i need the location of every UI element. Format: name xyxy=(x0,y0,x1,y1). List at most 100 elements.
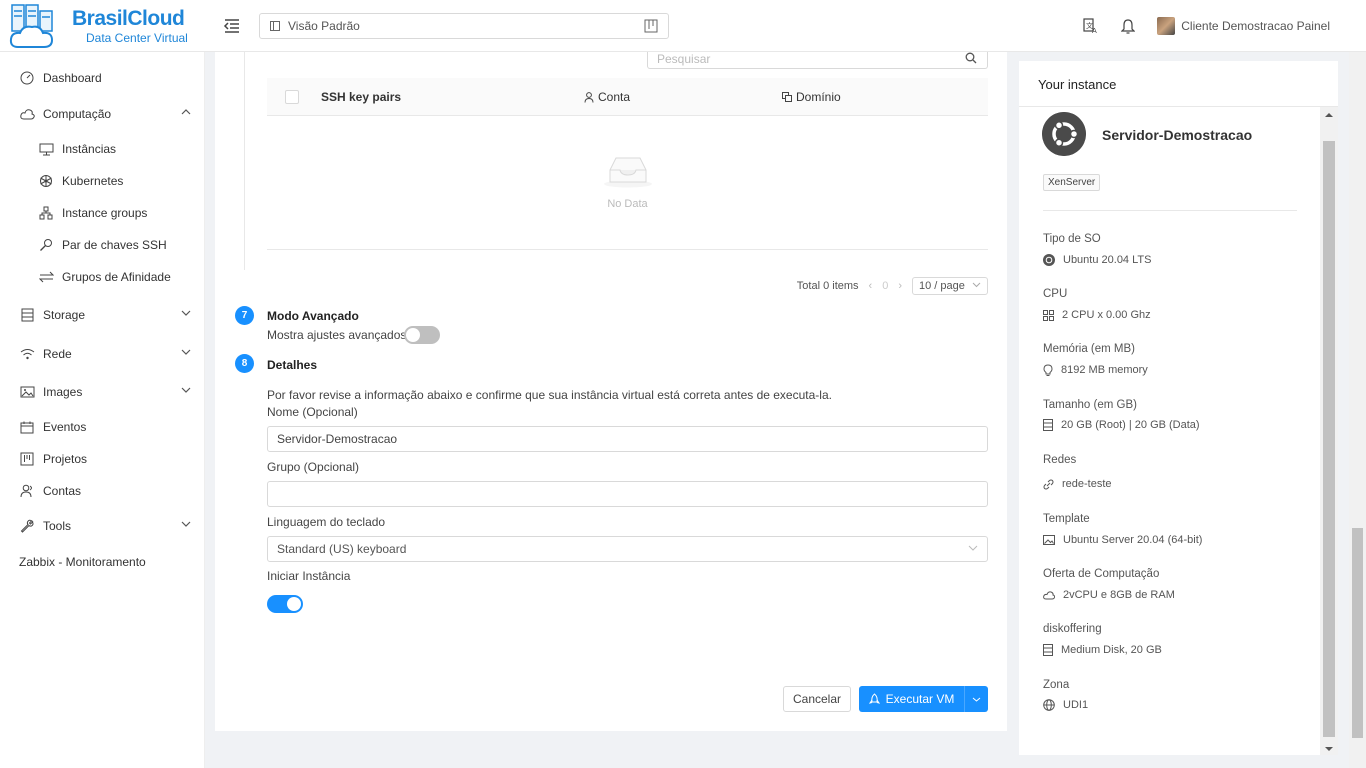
swap-icon xyxy=(38,271,54,283)
sidebar-item-zabbix[interactable]: Zabbix - Monitoramento xyxy=(0,547,205,577)
column-header-dominio[interactable]: Domínio xyxy=(782,90,841,104)
sidebar-item-label: Images xyxy=(43,385,83,399)
group-field[interactable] xyxy=(267,481,988,507)
pagination-page[interactable]: 0 xyxy=(882,280,888,292)
chevron-up-icon xyxy=(181,109,191,115)
empty-text: No Data xyxy=(607,198,648,210)
page-size-value: 10 / page xyxy=(919,280,965,292)
picture-icon xyxy=(20,386,34,398)
instance-summary-panel: Your instance Servidor-Demostracao XenSe… xyxy=(1019,61,1338,755)
toggle-knob xyxy=(406,328,420,342)
dashboard-icon xyxy=(20,71,34,85)
cloud-icon xyxy=(1043,591,1055,600)
search-icon[interactable] xyxy=(965,52,977,64)
step-title-advanced: Modo Avançado xyxy=(267,309,359,323)
sidebar-item-rede[interactable]: Rede xyxy=(0,339,205,369)
brand-subtitle: Data Center Virtual xyxy=(86,30,188,45)
spec-label-template: Template xyxy=(1043,513,1090,525)
brand-logo[interactable]: BrasilCloud Data Center Virtual xyxy=(0,0,205,52)
translate-icon[interactable]: 文 A xyxy=(1083,18,1099,34)
sidebar-item-label: Kubernetes xyxy=(62,174,124,188)
spec-value-cpu: 2 CPU x 0.00 Ghz xyxy=(1043,309,1151,321)
key-icon xyxy=(40,239,52,251)
bell-icon[interactable] xyxy=(1121,18,1136,34)
pagination-total: Total 0 items xyxy=(796,280,859,292)
run-vm-main[interactable]: Executar VM xyxy=(859,686,965,712)
database-icon xyxy=(21,308,33,322)
column-header-ssh[interactable]: SSH key pairs xyxy=(321,90,401,104)
page-size-select[interactable]: 10 / page xyxy=(912,277,988,295)
sidebar-item-instance-groups[interactable]: Instance groups xyxy=(0,198,205,228)
schedule-icon xyxy=(20,421,34,433)
sidebar-item-eventos[interactable]: Eventos xyxy=(0,412,205,442)
chevron-down-icon xyxy=(181,310,191,316)
spec-value-text: 2vCPU e 8GB de RAM xyxy=(1063,589,1175,601)
sidebar-item-label: Par de chaves SSH xyxy=(62,238,167,252)
scroll-down-icon[interactable] xyxy=(1325,746,1333,752)
column-label: Conta xyxy=(598,90,631,104)
project-icon xyxy=(20,452,34,466)
page-scrollbar[interactable] xyxy=(1349,52,1366,768)
name-field[interactable]: Servidor-Demostracao xyxy=(267,426,988,452)
select-all-checkbox[interactable] xyxy=(285,90,299,104)
panel-scrollbar[interactable] xyxy=(1320,107,1338,755)
sidebar-item-tools[interactable]: Tools xyxy=(0,511,205,541)
keyboard-select[interactable]: Standard (US) keyboard xyxy=(267,536,988,562)
project-selector-value: Visão Padrão xyxy=(288,19,360,33)
sidebar-item-label: Storage xyxy=(43,308,86,322)
spec-value-disk-offering: Medium Disk, 20 GB xyxy=(1043,644,1162,656)
spec-label-zone: Zona xyxy=(1043,679,1070,691)
sidebar-item-instancias[interactable]: Instâncias xyxy=(0,134,205,164)
user-icon xyxy=(584,91,594,103)
step-number-8: 8 xyxy=(235,354,254,373)
sidebar-item-storage[interactable]: Storage xyxy=(0,300,205,330)
sidebar-item-label: Rede xyxy=(43,347,72,361)
sidebar-item-projetos[interactable]: Projetos xyxy=(0,444,205,474)
column-header-conta[interactable]: Conta xyxy=(584,90,630,104)
chevron-down-icon xyxy=(181,521,191,527)
scroll-up-icon[interactable] xyxy=(1325,112,1333,118)
spec-value-compute-offering: 2vCPU e 8GB de RAM xyxy=(1043,589,1175,601)
spec-value-zone: UDI1 xyxy=(1043,699,1088,711)
cancel-button-label: Cancelar xyxy=(792,692,842,706)
sidebar-item-dashboard[interactable]: Dashboard xyxy=(0,63,205,93)
sidebar-item-label: Dashboard xyxy=(43,71,102,85)
spec-label-compute-offering: Oferta de Computação xyxy=(1043,568,1160,580)
rocket-icon xyxy=(868,693,880,704)
spec-value-text: rede-teste xyxy=(1062,478,1112,490)
page-scrollbar-thumb[interactable] xyxy=(1352,528,1363,738)
project-icon xyxy=(270,21,280,31)
spec-value-template: Ubuntu Server 20.04 (64-bit) xyxy=(1043,534,1202,546)
wifi-icon xyxy=(20,349,34,360)
sidebar-item-label: Eventos xyxy=(43,420,87,434)
sidebar-item-images[interactable]: Images xyxy=(0,377,205,407)
spec-value-text: 2 CPU x 0.00 Ghz xyxy=(1062,309,1151,321)
chevron-left-icon[interactable]: ‹ xyxy=(869,280,873,292)
menu-fold-icon[interactable] xyxy=(223,17,241,35)
inbox-empty-icon xyxy=(604,157,652,188)
run-vm-dropdown[interactable] xyxy=(965,686,988,712)
user-menu[interactable]: Cliente Demostracao Painel xyxy=(1157,17,1330,35)
avatar xyxy=(1157,17,1176,35)
instance-name: Servidor-Demostracao xyxy=(1102,127,1253,143)
start-instance-toggle[interactable] xyxy=(267,595,303,613)
sidebar-item-ssh-keys[interactable]: Par de chaves SSH xyxy=(0,230,205,260)
pagination: Total 0 items ‹ 0 › 10 / page xyxy=(797,277,988,295)
ssh-search-input[interactable]: Pesquisar xyxy=(647,52,988,69)
chevron-right-icon[interactable]: › xyxy=(898,280,902,292)
run-vm-label: Executar VM xyxy=(885,692,955,706)
scrollbar-thumb[interactable] xyxy=(1323,141,1335,737)
sidebar-item-computacao[interactable]: Computação xyxy=(0,99,205,129)
column-label: SSH key pairs xyxy=(321,90,402,104)
sidebar-item-affinity-groups[interactable]: Grupos de Afinidade xyxy=(0,262,205,292)
sidebar-item-kubernetes[interactable]: Kubernetes xyxy=(0,166,205,196)
toggle-knob xyxy=(287,597,301,611)
project-selector[interactable]: Visão Padrão xyxy=(259,13,669,39)
advanced-toggle-label: Mostra ajustes avançados xyxy=(267,328,407,342)
column-label: Domínio xyxy=(796,90,841,104)
spec-label-size: Tamanho (em GB) xyxy=(1043,399,1137,411)
sidebar-item-contas[interactable]: Contas xyxy=(0,476,205,506)
run-vm-button[interactable]: Executar VM xyxy=(859,686,988,712)
advanced-mode-toggle[interactable] xyxy=(404,326,440,344)
cancel-button[interactable]: Cancelar xyxy=(783,686,851,712)
